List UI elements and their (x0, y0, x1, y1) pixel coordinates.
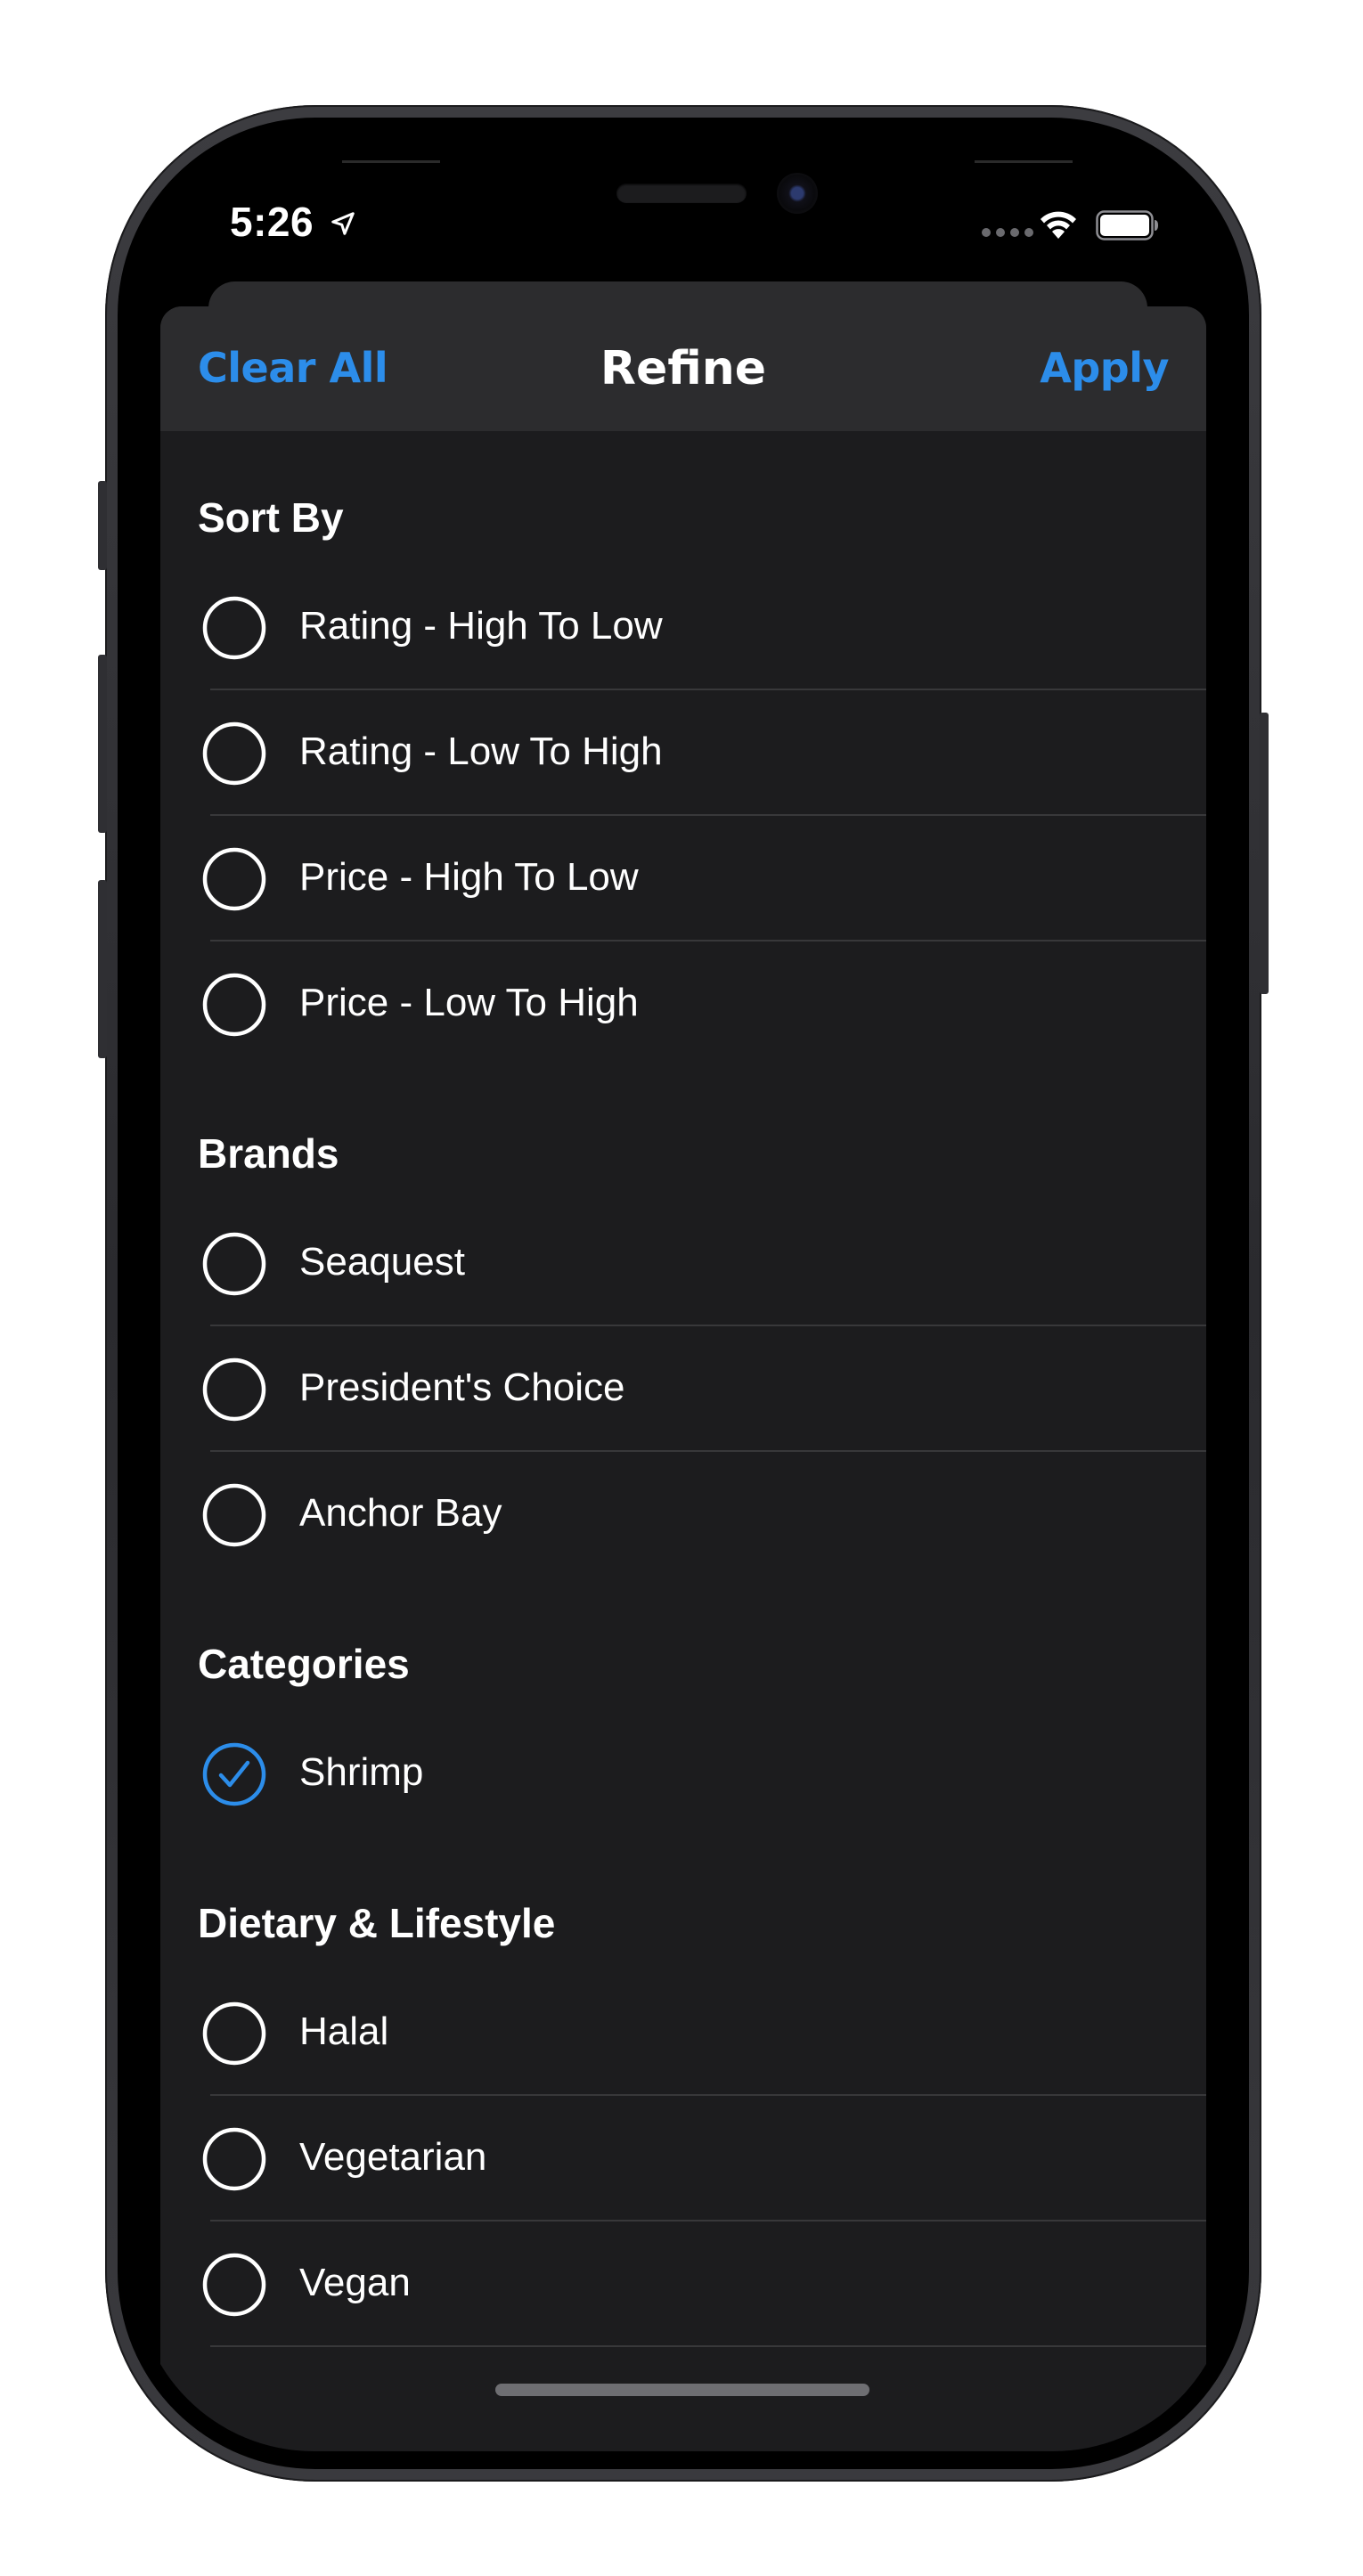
radio-unchecked-icon (202, 847, 266, 911)
option-presidents-choice[interactable]: President's Choice (160, 1326, 1206, 1452)
wifi-icon (1041, 211, 1076, 239)
option-label: Shrimp (299, 1750, 424, 1794)
option-vegan[interactable]: Vegan (160, 2221, 1206, 2347)
option-price-low-to-high[interactable]: Price - Low To High (160, 942, 1206, 1067)
home-indicator[interactable] (495, 2384, 869, 2396)
silent-switch (98, 481, 107, 570)
antenna-line (342, 160, 440, 163)
option-seaquest[interactable]: Seaquest (160, 1201, 1206, 1326)
earpiece-speaker (616, 183, 747, 203)
option-label: Seaquest (299, 1240, 465, 1284)
section-title: Brands (198, 1130, 339, 1177)
radio-unchecked-icon (202, 973, 266, 1037)
navigation-bar: Clear All Refine Apply (160, 306, 1206, 431)
option-label: Vegan (299, 2261, 411, 2304)
volume-up-button (98, 655, 107, 833)
volume-down-button (98, 880, 107, 1058)
section-header-brands: Brands (160, 1067, 1206, 1201)
power-button (1260, 713, 1269, 994)
option-label: Rating - Low To High (299, 730, 663, 773)
status-time: 5:26 (230, 199, 314, 245)
option-label: Anchor Bay (299, 1491, 502, 1535)
option-price-high-to-low[interactable]: Price - High To Low (160, 816, 1206, 942)
battery-icon (1096, 210, 1158, 240)
radio-unchecked-icon (202, 1232, 266, 1296)
refine-sheet: Clear All Refine Apply Sort By Rating - … (160, 306, 1206, 2451)
radio-unchecked-icon (202, 721, 266, 786)
screen: 5:26 Clear All Refine Apply Sort By Rati… (135, 135, 1231, 2451)
option-label: Price - High To Low (299, 855, 639, 899)
section-header-sort-by: Sort By (160, 431, 1206, 565)
radio-unchecked-icon (202, 1483, 266, 1547)
option-label: Vegetarian (299, 2135, 487, 2179)
radio-unchecked-icon (202, 2001, 266, 2066)
antenna-line (975, 160, 1073, 163)
filter-list: Sort By Rating - High To Low Rating - Lo… (160, 431, 1206, 2347)
radio-unchecked-icon (202, 596, 266, 660)
option-label: Rating - High To Low (299, 604, 663, 648)
option-label: Halal (299, 2009, 389, 2053)
front-camera (777, 173, 818, 214)
location-arrow-icon (331, 212, 355, 235)
option-shrimp[interactable]: Shrimp (160, 1711, 1206, 1837)
section-title: Categories (198, 1641, 410, 1687)
radio-unchecked-icon (202, 2127, 266, 2191)
section-title: Dietary & Lifestyle (198, 1900, 556, 1946)
radio-checked-icon (202, 1742, 266, 1806)
option-rating-low-to-high[interactable]: Rating - Low To High (160, 690, 1206, 816)
section-header-categories: Categories (160, 1577, 1206, 1711)
section-title: Sort By (198, 494, 344, 541)
option-label: Price - Low To High (299, 981, 639, 1024)
option-vegetarian[interactable]: Vegetarian (160, 2096, 1206, 2221)
option-rating-high-to-low[interactable]: Rating - High To Low (160, 565, 1206, 690)
section-header-dietary-lifestyle: Dietary & Lifestyle (160, 1837, 1206, 1970)
radio-unchecked-icon (202, 1357, 266, 1422)
option-anchor-bay[interactable]: Anchor Bay (160, 1452, 1206, 1577)
option-label: President's Choice (299, 1365, 625, 1409)
option-halal[interactable]: Halal (160, 1970, 1206, 2096)
row-divider (210, 2345, 1206, 2347)
apply-button[interactable]: Apply (1040, 344, 1169, 392)
cellular-signal-icon (982, 228, 1033, 237)
radio-unchecked-icon (202, 2253, 266, 2317)
